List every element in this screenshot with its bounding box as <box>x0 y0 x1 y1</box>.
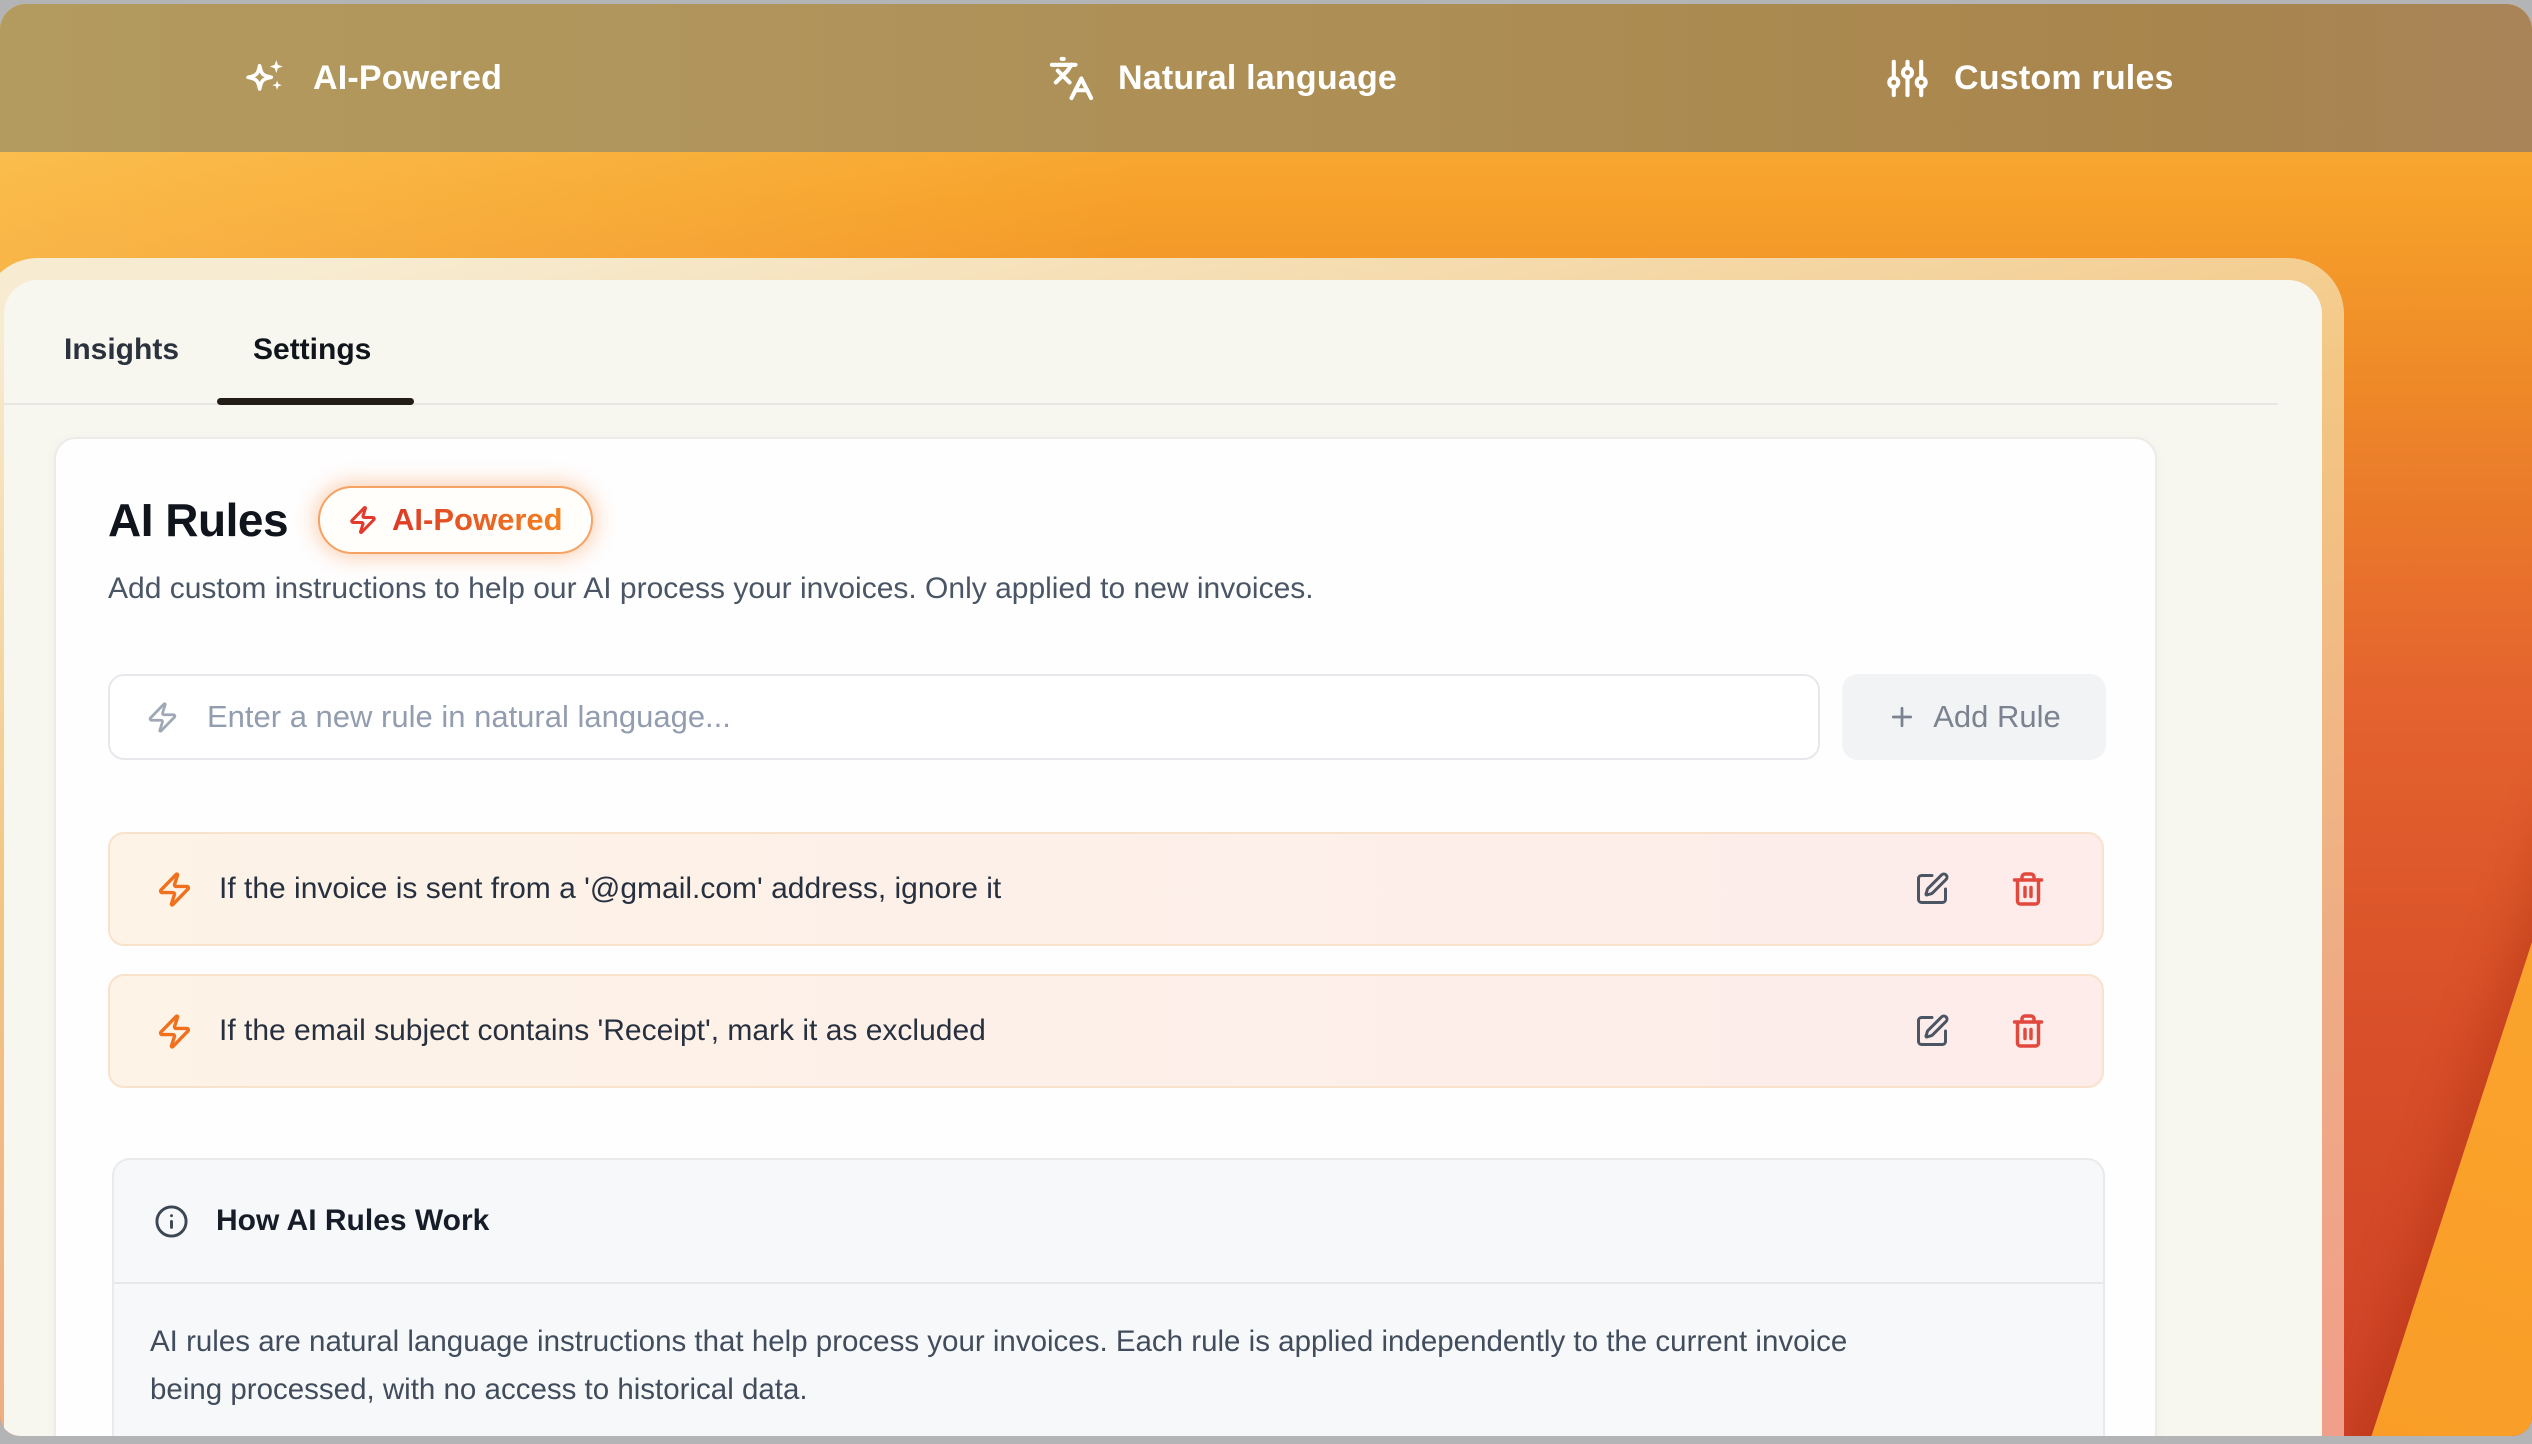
feature-label: Natural language <box>1118 59 1397 98</box>
info-icon <box>154 1204 189 1239</box>
tab-label: Insights <box>64 333 179 367</box>
active-tab-underline <box>217 398 414 405</box>
add-rule-label: Add Rule <box>1933 699 2061 735</box>
add-rule-button[interactable]: Add Rule <box>1842 674 2106 760</box>
edit-rule-button[interactable] <box>1908 865 1956 913</box>
zap-icon <box>348 505 378 535</box>
zap-icon <box>156 871 193 908</box>
info-box-text: AI rules are natural language instructio… <box>150 1318 1850 1414</box>
screenshot-stage: AI-Powered Natural language Custom rules <box>0 0 2532 1444</box>
zap-icon <box>156 1013 193 1050</box>
feature-natural-language: Natural language <box>1048 4 1397 152</box>
square-pen-icon <box>1914 871 1950 907</box>
feature-label: AI-Powered <box>313 59 502 98</box>
square-pen-icon <box>1914 1013 1950 1049</box>
delete-rule-button[interactable] <box>2004 865 2052 913</box>
sparkles-icon <box>243 55 290 102</box>
trash-icon <box>2010 1013 2046 1049</box>
tab-insights[interactable]: Insights <box>64 324 179 376</box>
delete-rule-button[interactable] <box>2004 1007 2052 1055</box>
feature-bar: AI-Powered Natural language Custom rules <box>0 4 2532 152</box>
rule-row: If the email subject contains 'Receipt',… <box>108 974 2104 1088</box>
ai-powered-badge: AI-Powered <box>318 486 593 554</box>
sliders-icon <box>1884 55 1931 102</box>
card-description: Add custom instructions to help our AI p… <box>108 572 1314 606</box>
info-box-title: How AI Rules Work <box>216 1204 489 1238</box>
trash-icon <box>2010 871 2046 907</box>
feature-label: Custom rules <box>1954 59 2174 98</box>
page-title: AI Rules <box>108 493 288 547</box>
info-box-body: AI rules are natural language instructio… <box>114 1284 2103 1436</box>
tab-settings[interactable]: Settings <box>253 324 371 376</box>
edit-rule-button[interactable] <box>1908 1007 1956 1055</box>
plus-icon <box>1887 702 1917 732</box>
tab-label: Settings <box>253 333 371 367</box>
card-header: AI Rules AI-Powered <box>108 486 593 554</box>
rule-text: If the email subject contains 'Receipt',… <box>219 1014 1882 1048</box>
rule-row: If the invoice is sent from a '@gmail.co… <box>108 832 2104 946</box>
desktop-scene: AI-Powered Natural language Custom rules <box>0 4 2532 1436</box>
rule-text: If the invoice is sent from a '@gmail.co… <box>219 872 1882 906</box>
feature-custom-rules: Custom rules <box>1884 4 2174 152</box>
languages-icon <box>1048 55 1095 102</box>
feature-ai-powered: AI-Powered <box>243 4 502 152</box>
rule-input-container <box>108 674 1820 760</box>
how-ai-rules-work-box: How AI Rules Work AI rules are natural l… <box>112 1158 2105 1436</box>
new-rule-input[interactable] <box>205 698 1798 736</box>
badge-label: AI-Powered <box>392 502 563 538</box>
info-box-header: How AI Rules Work <box>114 1160 2103 1284</box>
zap-icon <box>146 701 179 734</box>
